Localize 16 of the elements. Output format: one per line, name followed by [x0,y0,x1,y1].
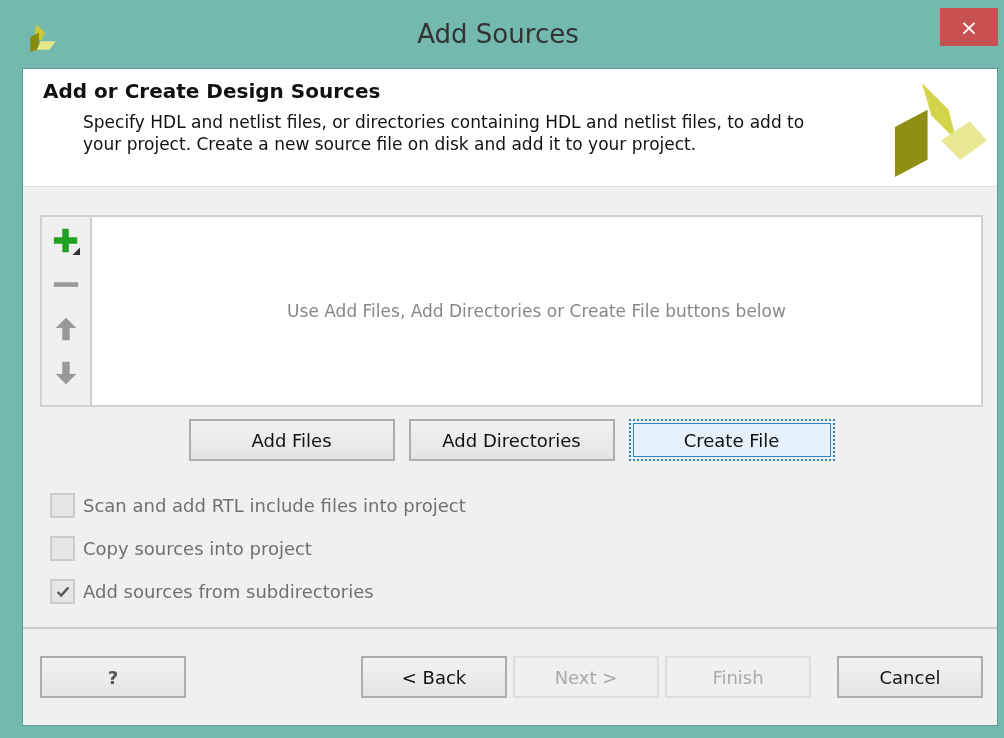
close-button[interactable]: × [940,8,998,46]
source-button[interactable]: Add Files [188,419,395,461]
checkbox-label: Copy sources into project [83,538,312,559]
checkbox-label: Scan and add RTL include files into project [83,495,466,516]
page-heading: Add or Create Design Sources [43,79,382,103]
source-button[interactable]: Add Directories [408,419,615,461]
logo-icon [893,81,989,177]
page-description: Specify HDL and netlist files, or directories containing HDL and netlist files, to add to your project. Create a new source file on disk and add it to your project. [83,111,806,156]
nav-button[interactable]: < Back [361,656,507,698]
window-title: Add Sources [417,19,579,49]
nav-button[interactable]: Cancel [837,656,983,698]
checkbox-label: Add sources from subdirectories [83,581,374,602]
empty-list-hint: Use Add Files, Add Directories or Create File buttons below [287,301,786,321]
add-icon[interactable] [52,227,80,255]
help-button[interactable]: ? [40,656,186,698]
source-button[interactable]: Create File [628,419,835,461]
